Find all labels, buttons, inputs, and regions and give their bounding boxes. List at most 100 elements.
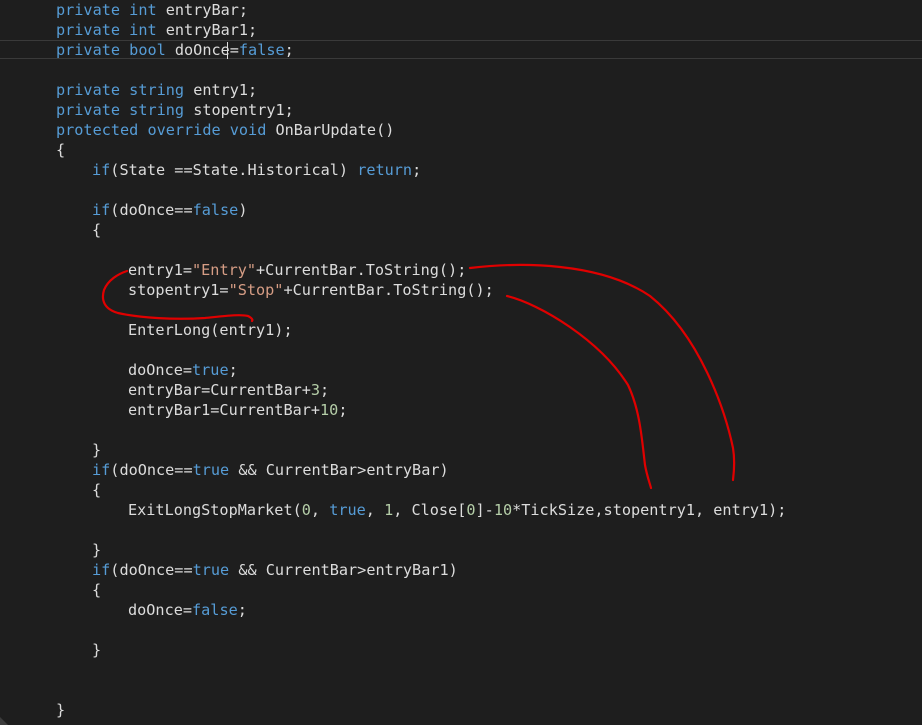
code-line[interactable]: } [92, 440, 101, 460]
code-token: { [92, 581, 102, 599]
code-token: } [92, 441, 102, 459]
code-token: (State ==State.Historical) [110, 161, 358, 179]
code-token: if [92, 201, 111, 219]
code-token: private [56, 81, 121, 99]
code-token: private [56, 1, 121, 19]
code-token: string [129, 81, 185, 99]
code-token: *TickSize,stopentry1, entry1); [512, 501, 787, 519]
code-token: ; [338, 401, 348, 419]
code-line[interactable]: if(doOnce==false) [92, 200, 247, 220]
code-token: } [92, 641, 102, 659]
code-line[interactable]: doOnce=false; [128, 600, 247, 620]
code-line[interactable]: { [92, 220, 101, 240]
code-token: { [92, 481, 102, 499]
code-token: +CurrentBar.ToString(); [283, 281, 494, 299]
code-token: 1 [384, 501, 394, 519]
code-token: if [92, 161, 111, 179]
code-token: stopentry1; [184, 101, 294, 119]
code-token: ; [237, 601, 247, 619]
code-line[interactable]: { [92, 480, 101, 500]
code-area[interactable]: private int entryBar; private int entryBa… [0, 0, 922, 725]
code-line[interactable]: entryBar1=CurrentBar+10; [128, 400, 347, 420]
corner-mark [0, 717, 8, 725]
code-line[interactable]: EnterLong(entry1); [128, 320, 293, 340]
text-cursor [227, 42, 228, 59]
code-token: string [129, 101, 185, 119]
code-line[interactable]: { [92, 580, 101, 600]
code-line[interactable]: } [92, 540, 101, 560]
code-line[interactable]: ExitLongStopMarket(0, true, 1, Close[0]-… [128, 500, 786, 520]
code-token: override [147, 121, 221, 139]
code-line[interactable]: } [92, 640, 101, 660]
code-token: if [92, 561, 111, 579]
code-token: doOnce= [128, 601, 193, 619]
code-line[interactable]: private bool doOnce=false; [56, 40, 294, 60]
code-token: entryBar; [156, 1, 249, 19]
code-line[interactable]: entryBar=CurrentBar+3; [128, 380, 329, 400]
code-token: bool [129, 41, 166, 59]
code-token: true [192, 361, 229, 379]
code-line[interactable]: } [56, 700, 65, 720]
code-token: ; [320, 381, 330, 399]
code-token: 0 [466, 501, 476, 519]
code-editor[interactable]: private int entryBar; private int entryBa… [0, 0, 922, 725]
code-token: && CurrentBar>entryBar1) [229, 561, 458, 579]
code-token: && CurrentBar>entryBar) [229, 461, 449, 479]
code-token: false [192, 601, 238, 619]
code-token: false [238, 41, 285, 59]
code-token: entryBar1; [156, 21, 258, 39]
code-token: ; [284, 41, 294, 59]
code-line[interactable]: private string entry1; [56, 80, 257, 100]
code-token: } [92, 541, 102, 559]
code-line[interactable]: doOnce=true; [128, 360, 238, 380]
code-line[interactable]: stopentry1="Stop"+CurrentBar.ToString(); [128, 280, 494, 300]
code-token: stopentry1= [128, 281, 229, 299]
code-line[interactable]: { [56, 140, 65, 160]
code-token: (doOnce== [110, 561, 193, 579]
code-token: 0 [301, 501, 311, 519]
code-token: entry1= [128, 261, 193, 279]
code-token: } [56, 701, 66, 719]
code-token: false [192, 201, 239, 219]
code-token: entryBar=CurrentBar+ [128, 381, 311, 399]
code-token: ; [228, 361, 238, 379]
code-line[interactable]: if(doOnce==true && CurrentBar>entryBar1) [92, 560, 458, 580]
code-token: int [129, 21, 157, 39]
code-line[interactable]: protected override void OnBarUpdate() [56, 120, 394, 140]
code-token: , [310, 501, 330, 519]
code-token: if [92, 461, 111, 479]
code-token: +CurrentBar.ToString(); [256, 261, 467, 279]
code-token: void [229, 121, 267, 139]
code-token: { [56, 141, 66, 159]
code-token: true [192, 561, 230, 579]
code-token: ExitLongStopMarket( [128, 501, 302, 519]
code-line[interactable]: if(doOnce==true && CurrentBar>entryBar) [92, 460, 449, 480]
code-token: entryBar1=CurrentBar+ [128, 401, 321, 419]
code-token: private [56, 41, 121, 59]
code-token: 10 [320, 401, 339, 419]
code-token: , Close[ [393, 501, 467, 519]
code-token: OnBarUpdate() [266, 121, 395, 139]
code-token: EnterLong(entry1); [128, 321, 293, 339]
code-token: "Stop" [228, 281, 284, 299]
code-token: , [365, 501, 385, 519]
code-token: true [329, 501, 366, 519]
code-token: (doOnce== [110, 201, 193, 219]
code-line[interactable]: private int entryBar; [56, 0, 248, 20]
code-token: ; [412, 161, 422, 179]
code-token: 10 [493, 501, 513, 519]
code-line[interactable]: if(State ==State.Historical) return; [92, 160, 421, 180]
code-token: (doOnce== [110, 461, 193, 479]
code-line[interactable]: private int entryBar1; [56, 20, 257, 40]
code-line[interactable]: entry1="Entry"+CurrentBar.ToString(); [128, 260, 466, 280]
code-token: true [192, 461, 230, 479]
code-token: private [56, 101, 121, 119]
code-line[interactable]: private string stopentry1; [56, 100, 294, 120]
code-token: "Entry" [192, 261, 257, 279]
code-token: protected [56, 121, 139, 139]
